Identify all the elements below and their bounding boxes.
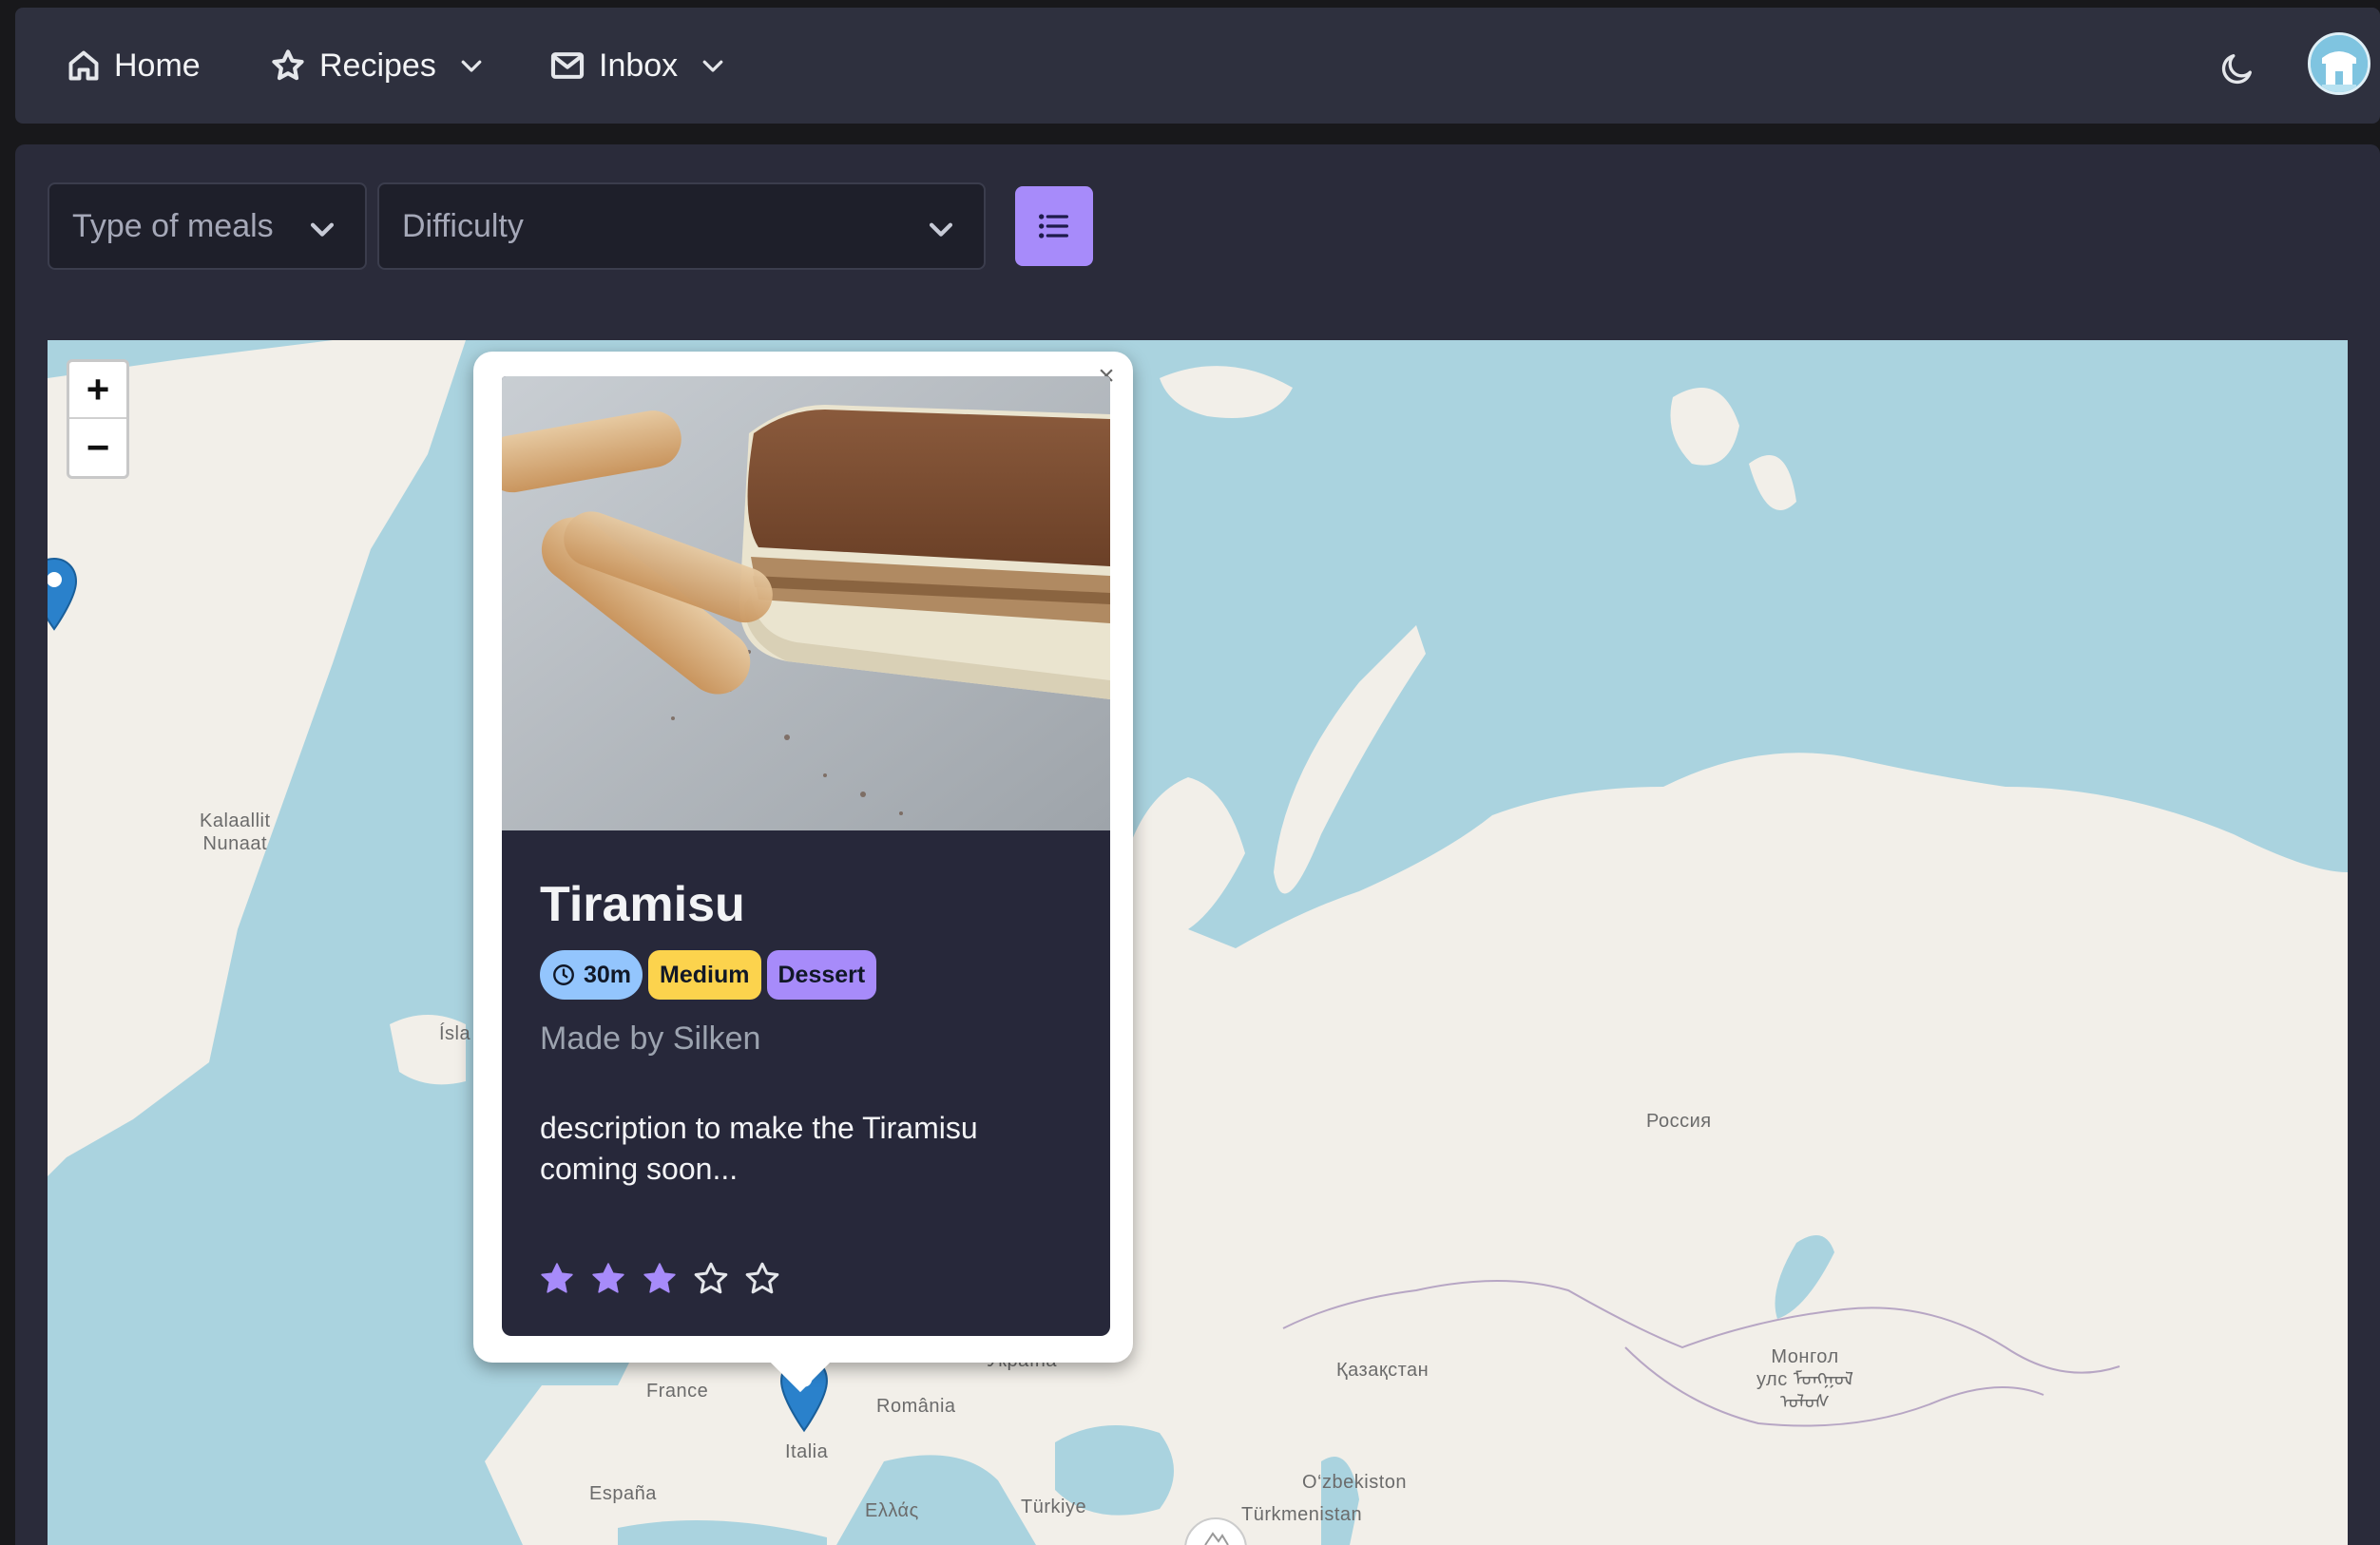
star-icon[interactable] [743, 1260, 781, 1298]
time-badge: 30m [540, 950, 643, 1000]
nav-recipes[interactable]: Recipes [270, 8, 486, 124]
star-icon[interactable] [589, 1260, 627, 1298]
map-label-uzbekistan: O‘zbekiston [1302, 1472, 1407, 1493]
recipe-description: description to make the Tiramisu coming … [540, 1111, 978, 1187]
chevron-down-icon [310, 222, 335, 237]
map-label-italy: Italia [785, 1441, 829, 1462]
chevron-down-icon [461, 60, 482, 72]
recipe-author: Made by Silken [540, 1020, 761, 1057]
map-label-france: France [646, 1381, 709, 1402]
time-badge-label: 30m [584, 961, 632, 988]
map-label-romania: România [876, 1396, 956, 1417]
nav-recipes-label: Recipes [319, 47, 436, 84]
chevron-down-icon [929, 222, 953, 237]
mail-icon [550, 52, 585, 79]
recipe-image [502, 376, 1110, 830]
difficulty-badge: Medium [648, 950, 761, 1000]
recipe-title: Tiramisu [540, 877, 745, 932]
zoom-in-button[interactable]: + [69, 362, 126, 419]
clock-icon [553, 964, 574, 985]
map-label-turkey: Türkiye [1021, 1497, 1087, 1517]
star-icon[interactable] [692, 1260, 730, 1298]
list-view-button[interactable] [1015, 186, 1093, 266]
top-navbar: Home Recipes Inbox [15, 8, 2380, 124]
moon-icon[interactable] [2218, 49, 2256, 87]
meal-type-badge: Dessert [766, 950, 877, 1000]
difficulty-select[interactable]: Difficulty [377, 182, 986, 270]
recipe-map[interactable]: + − Kalaallit Nunaat Ísla Россия Қазақст… [48, 340, 2348, 1545]
map-marker-icon[interactable] [48, 557, 78, 633]
map-label-greece: Ελλάς [865, 1500, 919, 1521]
map-label-kazakhstan: Қазақстан [1336, 1360, 1430, 1381]
map-marker-icon[interactable] [1184, 1511, 1247, 1545]
map-label-island: Ísla [439, 1023, 471, 1044]
nav-home-label: Home [114, 47, 201, 84]
map-land [48, 340, 2348, 1545]
main-panel: Type of meals Difficulty + − Kalaallit N… [15, 144, 2380, 1545]
recipe-card[interactable]: Tiramisu 30m Medium Dessert Made by Silk… [502, 376, 1110, 1336]
map-label-mongolia: Монгол улс ᠮᠣᠩᠭᠣᠯ ᠤᠯᠤᠰ [1756, 1346, 1854, 1413]
meal-type-placeholder: Type of meals [72, 207, 274, 244]
chevron-down-icon [702, 60, 723, 72]
rating-stars[interactable] [538, 1260, 781, 1298]
list-icon [1039, 214, 1068, 238]
star-icon[interactable] [538, 1260, 576, 1298]
zoom-out-button[interactable]: − [69, 419, 126, 476]
nav-inbox-label: Inbox [599, 47, 679, 84]
map-label-turkmenistan: Türkmenistan [1241, 1504, 1363, 1525]
map-label-russia: Россия [1646, 1111, 1712, 1132]
zoom-control: + − [67, 359, 129, 479]
map-label-spain: España [589, 1483, 657, 1504]
difficulty-placeholder: Difficulty [402, 207, 524, 244]
nav-home[interactable]: Home [67, 8, 201, 124]
recipe-badges: 30m Medium Dessert [540, 950, 877, 1000]
avatar[interactable] [2308, 32, 2370, 95]
meal-type-select[interactable]: Type of meals [48, 182, 367, 270]
nav-inbox[interactable]: Inbox [549, 8, 727, 124]
star-icon [272, 49, 304, 81]
home-icon [68, 50, 99, 81]
star-icon[interactable] [641, 1260, 679, 1298]
recipe-popup: × [473, 352, 1133, 1393]
map-label-greenland: Kalaallit Nunaat [200, 811, 271, 854]
